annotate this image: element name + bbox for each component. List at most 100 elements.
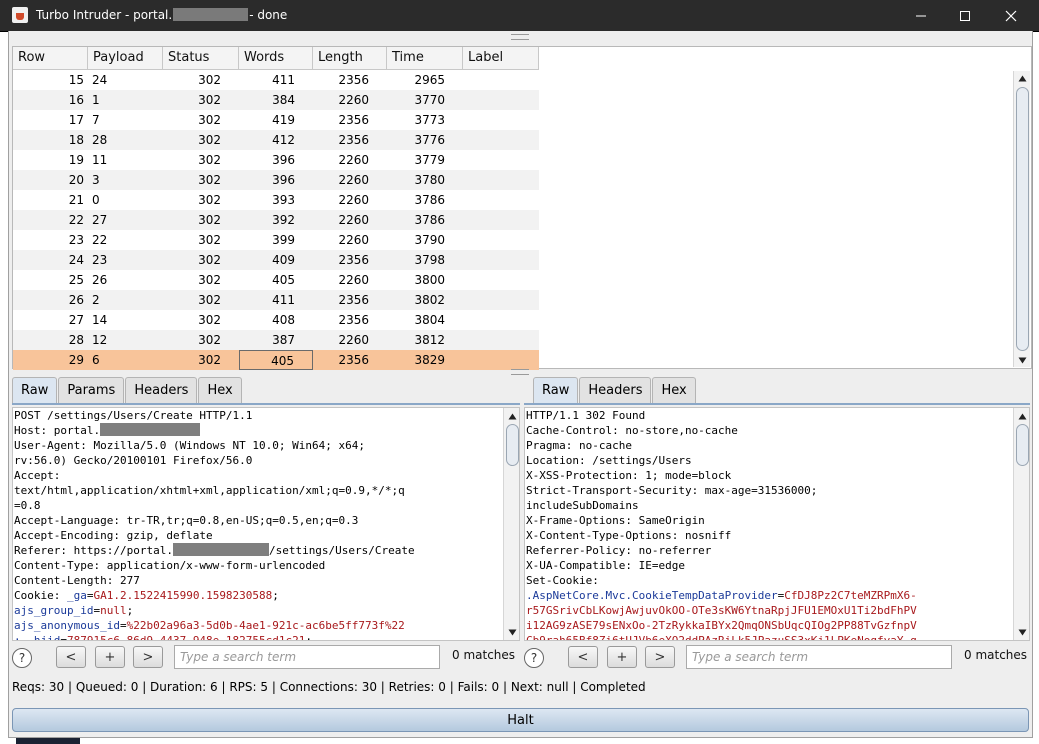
response-scrollbar[interactable] bbox=[1013, 408, 1029, 640]
scroll-down-arrow-icon[interactable] bbox=[1014, 625, 1029, 639]
redacted-hostname bbox=[172, 543, 269, 556]
request-editor[interactable]: POST /settings/Users/Create HTTP/1.1 Host… bbox=[12, 407, 520, 641]
scroll-down-arrow-icon[interactable] bbox=[504, 625, 519, 639]
cell-time: 3812 bbox=[414, 333, 445, 347]
line-text: Content-Type: application/x-www-form-url… bbox=[14, 559, 326, 572]
tab-raw[interactable]: Raw bbox=[533, 377, 579, 403]
text-line: text/html,application/xhtml+xml,applicat… bbox=[14, 483, 415, 498]
table-row-selected[interactable]: 29 6 302 405 2356 3829 bbox=[13, 350, 539, 370]
table-row[interactable]: 19 11 302 396 2260 3779 bbox=[13, 150, 539, 170]
cell-row: 17 bbox=[68, 113, 84, 127]
tab-headers[interactable]: Headers bbox=[125, 377, 198, 403]
column-header-status[interactable]: Status bbox=[163, 47, 239, 69]
table-row[interactable]: 16 1 302 384 2260 3770 bbox=[13, 90, 539, 110]
table-row[interactable]: 25 26 302 405 2260 3800 bbox=[13, 270, 539, 290]
minimize-icon bbox=[916, 15, 926, 16]
tab-params[interactable]: Params bbox=[58, 377, 125, 403]
table-row[interactable]: 27 14 302 408 2356 3804 bbox=[13, 310, 539, 330]
scrollbar-thumb[interactable] bbox=[1016, 87, 1029, 351]
help-icon[interactable]: ? bbox=[524, 648, 544, 668]
table-row[interactable]: 24 23 302 409 2356 3798 bbox=[13, 250, 539, 270]
cell-length: 2260 bbox=[338, 333, 369, 347]
results-table-scrollbar[interactable] bbox=[1013, 71, 1030, 367]
cell-time: 3798 bbox=[414, 253, 445, 267]
cell-payload: 11 bbox=[92, 153, 108, 167]
table-row[interactable]: 22 27 302 392 2260 3786 bbox=[13, 210, 539, 230]
results-table-panel: Row Payload Status Words Length Time Label 15 2… bbox=[12, 46, 1032, 370]
response-editor[interactable]: HTTP/1.1 302 Found Cache-Control: no-stor… bbox=[524, 407, 1030, 641]
cell-time: 3786 bbox=[414, 213, 445, 227]
previous-match-button[interactable]: < bbox=[56, 646, 86, 668]
text-line: Referrer-Policy: no-referrer bbox=[526, 543, 917, 558]
close-button[interactable] bbox=[988, 0, 1034, 31]
table-row[interactable]: 21 0 302 393 2260 3786 bbox=[13, 190, 539, 210]
top-split-handle[interactable] bbox=[511, 34, 529, 40]
column-header-row[interactable]: Row bbox=[13, 47, 88, 69]
column-header-time[interactable]: Time bbox=[387, 47, 463, 69]
redacted-hostname bbox=[173, 8, 249, 21]
results-table-header: Row Payload Status Words Length Time Label bbox=[13, 47, 539, 70]
table-row[interactable]: 17 7 302 419 2356 3773 bbox=[13, 110, 539, 130]
response-search-input[interactable]: Type a search term bbox=[686, 645, 952, 669]
scroll-up-arrow-icon[interactable] bbox=[1014, 71, 1030, 85]
cell-payload: 7 bbox=[92, 113, 100, 127]
next-match-button[interactable]: > bbox=[645, 646, 675, 668]
cookie-name: ; _hjid bbox=[14, 634, 61, 641]
cell-label bbox=[463, 150, 539, 170]
previous-match-button[interactable]: < bbox=[568, 646, 598, 668]
column-header-payload[interactable]: Payload bbox=[88, 47, 163, 69]
cell-length: 2356 bbox=[338, 253, 369, 267]
response-panel: Raw Headers Hex HTTP/1.1 302 Found Cache-Co… bbox=[524, 375, 1030, 671]
tab-headers[interactable]: Headers bbox=[579, 377, 652, 403]
cell-time: 3786 bbox=[414, 193, 445, 207]
scrollbar-thumb[interactable] bbox=[1016, 424, 1029, 466]
line-text: Content-Length: 277 bbox=[14, 574, 140, 587]
line-text: X-Frame-Options: SameOrigin bbox=[526, 514, 705, 527]
tab-hex[interactable]: Hex bbox=[652, 377, 696, 403]
column-header-words[interactable]: Words bbox=[239, 47, 313, 69]
halt-button[interactable]: Halt bbox=[12, 708, 1029, 732]
tab-hex[interactable]: Hex bbox=[198, 377, 242, 403]
request-search-input[interactable]: Type a search term bbox=[174, 645, 440, 669]
text-line: Cache-Control: no-store,no-cache bbox=[526, 423, 917, 438]
cookie-name: ajs_group_id bbox=[14, 604, 94, 617]
line-text: X-UA-Compatible: IE=edge bbox=[526, 559, 685, 572]
cell-length: 2260 bbox=[338, 193, 369, 207]
title-bar: Turbo Intruder - portal. - done bbox=[0, 0, 1039, 32]
response-match-count: 0 matches bbox=[964, 648, 1028, 662]
text-line: X-Content-Type-Options: nosniff bbox=[526, 528, 917, 543]
table-row[interactable]: 20 3 302 396 2260 3780 bbox=[13, 170, 539, 190]
line-text: Accept-Encoding: gzip, deflate bbox=[14, 529, 213, 542]
text-line: =0.8 bbox=[14, 498, 415, 513]
minimize-button[interactable] bbox=[898, 0, 944, 31]
column-header-label[interactable]: Label bbox=[463, 47, 539, 69]
scroll-down-arrow-icon[interactable] bbox=[1014, 353, 1030, 367]
request-scrollbar[interactable] bbox=[503, 408, 519, 640]
table-row[interactable]: 15 24 302 411 2356 2965 bbox=[13, 70, 539, 90]
cell-payload: 14 bbox=[92, 313, 108, 327]
table-row[interactable]: 26 2 302 411 2356 3802 bbox=[13, 290, 539, 310]
help-icon[interactable]: ? bbox=[12, 648, 32, 668]
tab-raw[interactable]: Raw bbox=[12, 377, 58, 403]
scrollbar-thumb[interactable] bbox=[506, 424, 519, 466]
line-text: includeSubDomains bbox=[526, 499, 639, 512]
next-match-button[interactable]: > bbox=[133, 646, 163, 668]
column-header-length[interactable]: Length bbox=[313, 47, 387, 69]
scroll-up-arrow-icon[interactable] bbox=[504, 409, 519, 423]
table-row[interactable]: 28 12 302 387 2260 3812 bbox=[13, 330, 539, 350]
add-match-button[interactable]: + bbox=[95, 646, 125, 668]
cell-time: 3790 bbox=[414, 233, 445, 247]
cookie-value: GA1.2.1522415990.1598230588 bbox=[93, 589, 273, 602]
cookie-name: ajs_anonymous_id bbox=[14, 619, 120, 632]
scroll-up-arrow-icon[interactable] bbox=[1014, 409, 1029, 423]
cell-length: 2260 bbox=[338, 93, 369, 107]
maximize-button[interactable] bbox=[942, 0, 988, 31]
table-row[interactable]: 18 28 302 412 2356 3776 bbox=[13, 130, 539, 150]
add-match-button[interactable]: + bbox=[607, 646, 637, 668]
cell-label bbox=[463, 350, 539, 370]
cell-length: 2356 bbox=[338, 313, 369, 327]
table-row[interactable]: 23 22 302 399 2260 3790 bbox=[13, 230, 539, 250]
text-line: i12AG9zASE79sENxOo-2TzRykkaIBYx2QmqONSbU… bbox=[526, 618, 917, 633]
cell-words: 409 bbox=[272, 253, 295, 267]
cookie-name: _ga bbox=[66, 589, 87, 602]
